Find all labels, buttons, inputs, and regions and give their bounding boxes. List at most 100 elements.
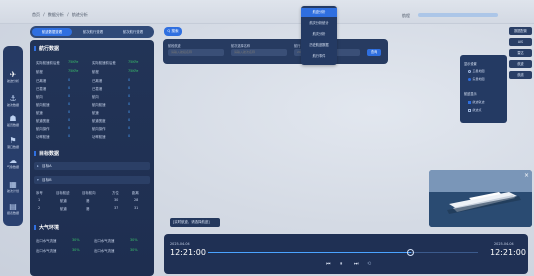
- sidebar-item-crew[interactable]: ☗ 船员数据: [3, 114, 23, 127]
- analysis-dropdown: 航迹分析 航次分析统计 航次分析 历史航迹数据 航行事件: [301, 6, 337, 65]
- sidebar: ✈ 航迹分析 ⚓ 航次数据 ☗ 船员数据 ⚑ 港口数据 ☁ 气象数据 ▦ 航次计…: [3, 46, 23, 226]
- table-row[interactable]: 1 航道 港 30 28: [36, 198, 148, 203]
- view-tabs: 航迹数据查看 航次航行查看 航次航行查看: [30, 26, 154, 38]
- kv-value-text: 0: [68, 78, 71, 82]
- cell: 31: [134, 206, 139, 210]
- kv-label: 功率航速: [92, 135, 106, 139]
- kv-label: 已离港: [92, 79, 103, 83]
- replay-icon[interactable]: ⟲: [367, 261, 371, 267]
- timeline-handle[interactable]: [407, 249, 414, 256]
- top-bar: 首页 / 数据分析 / 航迹分析 航程: [0, 0, 534, 24]
- kv-label: 航速: [92, 111, 99, 115]
- kv-label: 航道宽度: [92, 119, 106, 123]
- target-group-b[interactable]: ▾ 目标B: [34, 176, 150, 184]
- target-group-a[interactable]: ▸ 目标A: [34, 162, 150, 170]
- kv-value: 0: [128, 86, 130, 90]
- dropdown-item-events[interactable]: 航行事件: [301, 52, 337, 61]
- sidebar-label: 报表数据: [6, 211, 19, 215]
- kv-value-text: 75KFe: [128, 60, 139, 64]
- cell: 航道: [60, 207, 67, 211]
- cell: 28: [134, 198, 139, 202]
- breadcrumb-home[interactable]: 首页: [32, 12, 40, 17]
- dropdown-item-voyage[interactable]: 航次分析: [301, 30, 337, 39]
- kv-label: 航向: [92, 95, 99, 99]
- target-group-label: 目标A: [42, 164, 52, 168]
- kv-label: 已靠港: [36, 87, 47, 91]
- radar-button[interactable]: 雷达: [509, 49, 532, 57]
- sidebar-item-port[interactable]: ⚑ 港口数据: [3, 136, 23, 149]
- kv-value: 0: [68, 78, 70, 82]
- target-table-header: 序号 目标航迹 目标航向 方位 距离: [36, 190, 148, 195]
- segment-input[interactable]: [168, 49, 224, 56]
- kv-value: 75KFe: [68, 69, 78, 73]
- dropdown-item-track[interactable]: 航迹分析: [301, 8, 337, 17]
- cell: 30: [114, 198, 119, 202]
- option-satellite[interactable]: 卫星地图: [468, 69, 485, 73]
- prev-icon[interactable]: ⏮: [326, 261, 331, 267]
- kv-value-text: 0: [128, 134, 131, 138]
- ship-icon: ⚓: [9, 94, 17, 103]
- option-track-point[interactable]: 航迹点: [468, 108, 482, 112]
- kv-value: 0: [128, 134, 130, 138]
- kv-label: 航道宽度: [36, 119, 50, 123]
- cell: 37: [114, 206, 119, 210]
- pause-icon[interactable]: ⏸: [340, 261, 343, 267]
- data-panel: 航行数据 实际航速前后差 75KFe 实际航速前后差 75KFe 航程 75KF…: [30, 40, 154, 276]
- option-label: 矢量地图: [472, 77, 485, 81]
- calendar-icon: ▦: [9, 180, 17, 189]
- table-row[interactable]: 2 航道 港 37 31: [36, 206, 148, 211]
- sidebar-item-report[interactable]: ▤ 报表数据: [3, 202, 23, 215]
- tab-track-data[interactable]: 航迹数据查看: [32, 28, 72, 36]
- option-track-line[interactable]: 航迹轨迹: [468, 100, 485, 104]
- ship-video[interactable]: ×: [429, 170, 532, 227]
- dropdown-item-stats[interactable]: 航次分析统计: [301, 19, 337, 28]
- ais-button[interactable]: AIS: [509, 38, 532, 46]
- route-button[interactable]: 航线: [509, 71, 532, 79]
- data-config-button[interactable]: 数据配置: [509, 27, 532, 35]
- sidebar-item-track[interactable]: ✈ 航迹分析: [3, 70, 23, 83]
- track-button[interactable]: 航迹: [509, 60, 532, 68]
- cloud-icon: ☁: [9, 156, 17, 165]
- kv-value: 75KFe: [128, 60, 138, 64]
- sidebar-label: 气象数据: [6, 165, 19, 169]
- radio-icon: [468, 69, 471, 73]
- sidebar-item-plan[interactable]: ▦ 航次计划: [3, 180, 23, 193]
- sidebar-item-weather[interactable]: ☁ 气象数据: [3, 156, 23, 169]
- col-header: 目标航迹: [56, 191, 70, 195]
- breadcrumb-current: 航迹分析: [71, 12, 88, 17]
- timeline-track[interactable]: [208, 249, 478, 256]
- sidebar-label: 船员数据: [6, 123, 19, 127]
- col-header: 方位: [112, 191, 119, 195]
- settings-section-title: 显示设置: [464, 62, 477, 66]
- close-icon[interactable]: ×: [524, 172, 529, 179]
- col-header: 目标航向: [82, 191, 96, 195]
- tab-voyage[interactable]: 航次航行查看: [73, 28, 113, 36]
- sidebar-label: 港口数据: [6, 145, 19, 149]
- cell: 港: [86, 199, 90, 203]
- sidebar-item-voyage[interactable]: ⚓ 航次数据: [3, 94, 23, 107]
- filter-bar: 航段航迹 航次选择名称 航行 查询: [163, 39, 388, 64]
- tab-voyage-2[interactable]: 航次航行查看: [113, 28, 153, 36]
- kv-value-text: 30%: [72, 248, 80, 252]
- option-vector[interactable]: 矢量地图: [468, 77, 485, 81]
- search-button[interactable]: Q 搜索: [164, 27, 182, 36]
- option-label: 航迹轨迹: [472, 100, 485, 104]
- voyage-input[interactable]: [231, 49, 287, 56]
- kv-value-text: 75KFe: [68, 60, 79, 64]
- dropdown-item-history[interactable]: 历史航迹数据: [301, 41, 337, 50]
- breadcrumb-data[interactable]: 数据分析: [48, 12, 64, 17]
- kv-value-text: 0: [128, 118, 131, 122]
- kv-value: 30%: [130, 248, 138, 252]
- kv-value-text: 0: [128, 94, 131, 98]
- kv-value: 75KFe: [128, 69, 138, 73]
- query-button[interactable]: 查询: [367, 49, 381, 56]
- next-icon[interactable]: ⏭: [354, 261, 359, 267]
- flag-icon: ⚑: [9, 136, 17, 145]
- kv-value-text: 0: [68, 134, 71, 138]
- kv-value: 0: [68, 102, 70, 106]
- kv-value-text: 30%: [130, 248, 138, 252]
- display-settings-panel: 显示设置 卫星地图 矢量地图 航迹显示 航迹轨迹 航迹点: [460, 55, 507, 123]
- kv-value: 0: [128, 94, 130, 98]
- end-time: 12:21:00: [490, 248, 526, 257]
- kv-value-text: 0: [68, 118, 71, 122]
